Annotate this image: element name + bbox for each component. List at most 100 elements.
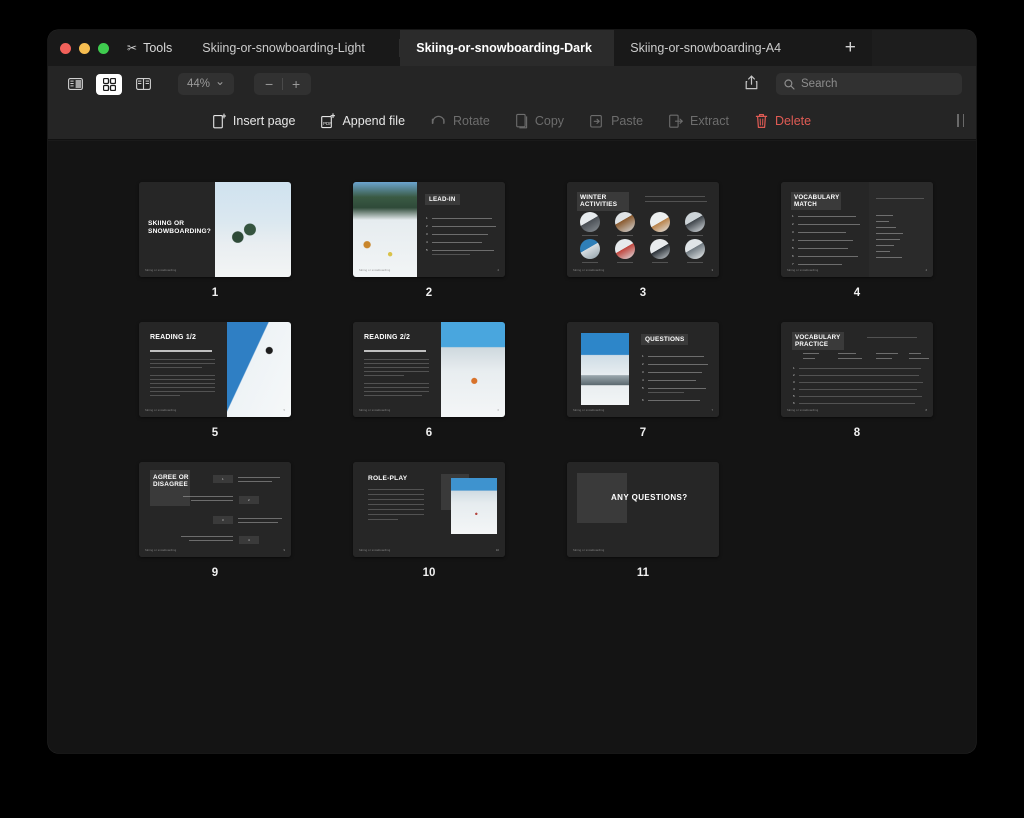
slide-title: LEAD-IN: [425, 194, 460, 205]
zoom-in-button[interactable]: +: [283, 77, 309, 91]
delete-button: Delete: [755, 113, 811, 129]
page-number: 11: [637, 567, 649, 579]
page-thumbnail-5[interactable]: READING 1/2 Sk: [139, 322, 291, 417]
new-tab-button[interactable]: +: [828, 30, 872, 66]
page-thumbnail-7[interactable]: QUESTIONS 1 2 3 4 5 6 Skiing or snowboar…: [567, 322, 719, 417]
tab-bar: Skiing-or-snowboarding-Light Skiing-or-s…: [186, 30, 976, 66]
slide-6: READING 2/2 Sk: [353, 322, 505, 417]
slide-title: QUESTIONS: [641, 334, 688, 345]
slide-9: AGREE OR DISAGREE 1 2: [139, 462, 291, 557]
tools-menu-label: Tools: [143, 41, 172, 55]
close-window-button[interactable]: [60, 43, 71, 54]
page-cell[interactable]: WINTER ACTIVITIES: [536, 182, 750, 299]
slide-page-label: 3: [711, 268, 713, 272]
page-thumbnail-3[interactable]: WINTER ACTIVITIES: [567, 182, 719, 277]
slide-title: READING 1/2: [150, 334, 196, 342]
scissors-icon: ✂: [127, 42, 137, 54]
slide-footer: Skiing or snowboarding: [359, 269, 390, 272]
page-cell[interactable]: READING 1/2 Sk: [108, 322, 322, 439]
svg-text:PDF: PDF: [324, 121, 333, 126]
sidebar-icon: [68, 78, 83, 90]
copy-button: Copy: [516, 113, 564, 129]
page-number: 4: [854, 287, 860, 299]
page-cell[interactable]: AGREE OR DISAGREE 1 2: [108, 462, 322, 579]
slide-photo: [581, 333, 629, 405]
page-grid: SKIING OR SNOWBOARDING? Skiing or snowbo…: [48, 141, 976, 579]
slide-title: VOCABULARY MATCH: [791, 192, 841, 210]
tab-label: Skiing-or-snowboarding-Light: [202, 41, 371, 55]
split-view-button[interactable]: [130, 74, 156, 95]
slide-footer: Skiing or snowboarding: [359, 409, 390, 412]
insert-page-button[interactable]: Insert page: [213, 113, 296, 129]
paste-button: Paste: [590, 113, 643, 129]
page-cell[interactable]: ROLE-PLAY Skiing or snowboarding 10: [322, 462, 536, 579]
page-cell[interactable]: READING 2/2 Sk: [322, 322, 536, 439]
tools-menu-button[interactable]: ✂ Tools: [123, 30, 186, 66]
page-cell[interactable]: SKIING OR SNOWBOARDING? Skiing or snowbo…: [108, 182, 322, 299]
slide-footer: Skiing or snowboarding: [145, 549, 176, 552]
slide-subtitle: [150, 350, 212, 352]
tab-skiing-light[interactable]: Skiing-or-snowboarding-Light: [186, 30, 400, 66]
append-file-label: Append file: [342, 114, 405, 128]
grid-view-button[interactable]: [96, 74, 122, 95]
page-cell[interactable]: QUESTIONS 1 2 3 4 5 6 Skiing or snowboar…: [536, 322, 750, 439]
page-number: 5: [212, 427, 218, 439]
zoom-stepper: − +: [254, 73, 311, 95]
page-thumbnail-canvas[interactable]: SKIING OR SNOWBOARDING? Skiing or snowbo…: [48, 141, 976, 753]
page-thumbnail-11[interactable]: ANY QUESTIONS? Skiing or snowboarding: [567, 462, 719, 557]
extract-button: Extract: [669, 113, 729, 129]
page-thumbnail-6[interactable]: READING 2/2 Sk: [353, 322, 505, 417]
share-icon: [745, 75, 758, 90]
grid-icon: [103, 78, 116, 91]
page-thumbnail-4[interactable]: VOCABULARY MATCH 1 2 3 4 5 6 7: [781, 182, 933, 277]
append-file-icon: PDF: [321, 113, 335, 129]
slide-page-label: 4: [925, 268, 927, 272]
copy-icon: [516, 113, 528, 129]
split-view-icon: [136, 78, 151, 90]
zoom-level-value: 44%: [187, 78, 210, 90]
delete-label: Delete: [775, 114, 811, 128]
rotate-icon: [431, 114, 446, 128]
toolbar-resize-handle[interactable]: [957, 114, 964, 127]
insert-page-icon: [213, 113, 226, 129]
slide-footer: Skiing or snowboarding: [573, 269, 604, 272]
search-field[interactable]: Search: [776, 73, 962, 95]
share-button[interactable]: [735, 75, 768, 93]
tab-skiing-a4[interactable]: Skiing-or-snowboarding-A4: [614, 30, 828, 66]
zoom-window-button[interactable]: [98, 43, 109, 54]
page-number: 7: [640, 427, 646, 439]
page-cell[interactable]: ANY QUESTIONS? Skiing or snowboarding 11: [536, 462, 750, 579]
page-thumbnail-9[interactable]: AGREE OR DISAGREE 1 2: [139, 462, 291, 557]
zoom-out-button[interactable]: −: [256, 77, 282, 91]
slide-5: READING 1/2 Sk: [139, 322, 291, 417]
page-thumbnail-2[interactable]: LEAD-IN 1 2 3 4 5 Skiing or snowboarding…: [353, 182, 505, 277]
minimize-window-button[interactable]: [79, 43, 90, 54]
append-file-button[interactable]: PDF Append file: [321, 113, 405, 129]
slide-prompt: [876, 198, 924, 199]
slide-title: VOCABULARY PRACTICE: [792, 332, 844, 350]
search-icon: [784, 79, 795, 90]
slide-photo: [353, 182, 417, 277]
sidebar-view-button[interactable]: [62, 74, 88, 95]
page-thumbnail-8[interactable]: VOCABULARY PRACTICE: [781, 322, 933, 417]
page-number: 3: [640, 287, 646, 299]
copy-label: Copy: [535, 114, 564, 128]
app-window: ✂ Tools Skiing-or-snowboarding-Light Ski…: [48, 30, 976, 753]
slide-7: QUESTIONS 1 2 3 4 5 6 Skiing or snowboar…: [567, 322, 719, 417]
extract-label: Extract: [690, 114, 729, 128]
slide-8: VOCABULARY PRACTICE: [781, 322, 933, 417]
slide-title: SKIING OR SNOWBOARDING?: [148, 220, 208, 235]
page-cell[interactable]: LEAD-IN 1 2 3 4 5 Skiing or snowboarding…: [322, 182, 536, 299]
slide-footer: Skiing or snowboarding: [573, 409, 604, 412]
page-cell[interactable]: VOCABULARY PRACTICE: [750, 322, 964, 439]
tab-skiing-dark[interactable]: Skiing-or-snowboarding-Dark ×: [400, 30, 614, 66]
page-thumbnail-10[interactable]: ROLE-PLAY Skiing or snowboarding 10: [353, 462, 505, 557]
tab-label: Skiing-or-snowboarding-Dark: [416, 41, 598, 55]
page-number: 9: [212, 567, 218, 579]
slide-prompt: [867, 337, 917, 338]
zoom-level-dropdown[interactable]: 44% ⌄: [178, 73, 234, 95]
slide-page-label: 2: [497, 268, 499, 272]
page-cell[interactable]: VOCABULARY MATCH 1 2 3 4 5 6 7: [750, 182, 964, 299]
title-bar: ✂ Tools Skiing-or-snowboarding-Light Ski…: [48, 30, 976, 66]
page-thumbnail-1[interactable]: SKIING OR SNOWBOARDING? Skiing or snowbo…: [139, 182, 291, 277]
